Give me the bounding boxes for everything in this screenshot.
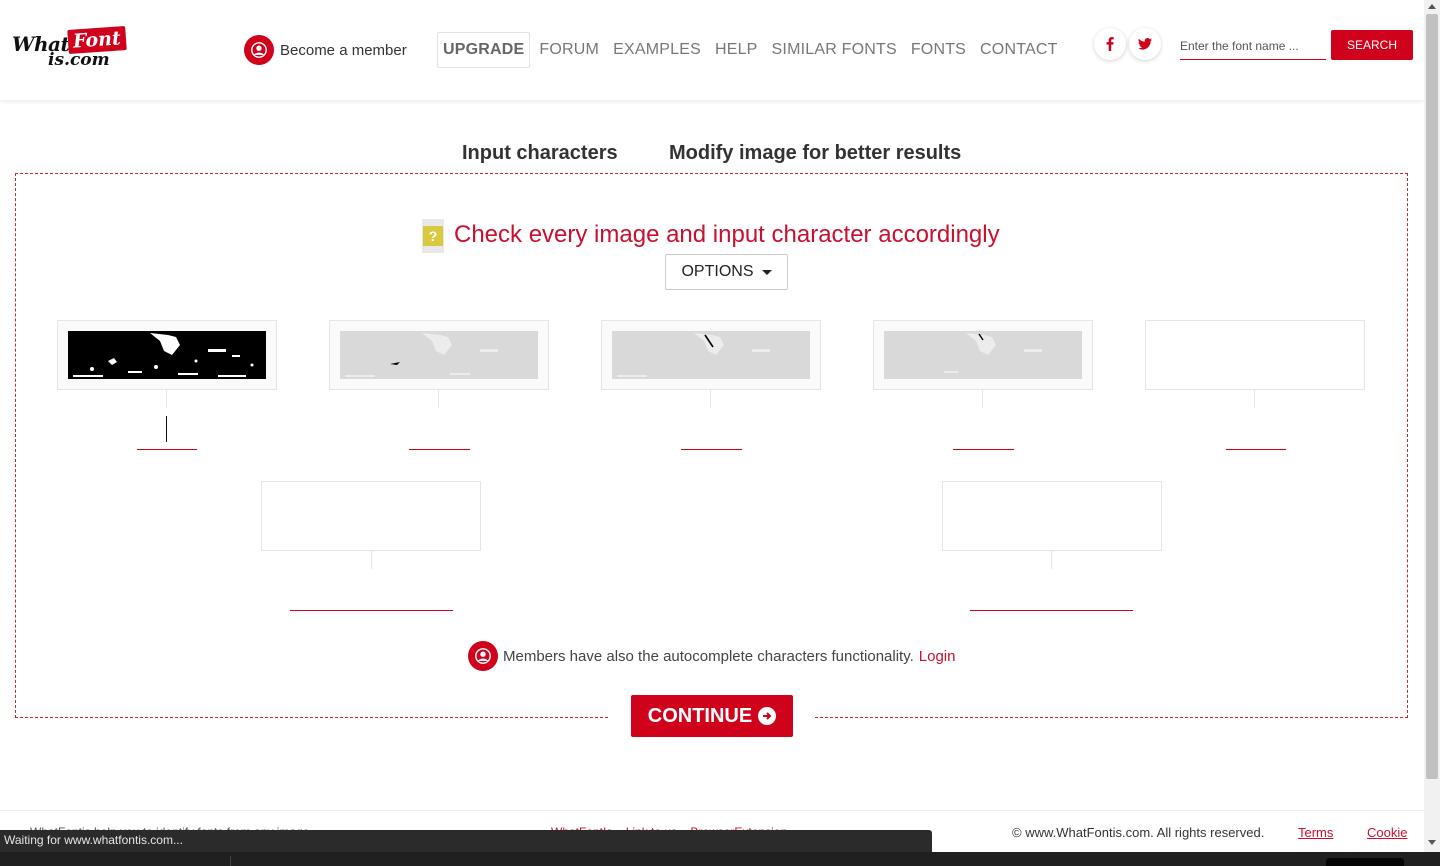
nav-similar-fonts[interactable]: SIMILAR FONTS bbox=[765, 33, 904, 67]
scroll-up-arrow-icon[interactable] bbox=[1428, 4, 1436, 9]
glyph-image-2 bbox=[340, 331, 538, 379]
members-note: Members have also the autocomplete chara… bbox=[468, 641, 955, 671]
nav-forum[interactable]: FORUM bbox=[532, 33, 606, 67]
options-dropdown[interactable]: OPTIONS bbox=[665, 254, 788, 290]
terms-link[interactable]: Terms bbox=[1298, 825, 1333, 840]
text-cursor bbox=[166, 416, 167, 442]
glyph-image-3 bbox=[612, 331, 810, 379]
tab-input-characters[interactable]: Input characters bbox=[462, 142, 618, 165]
taskbar-separator bbox=[230, 856, 231, 866]
browser-status-bar: Waiting for www.whatfontis.com... bbox=[0, 830, 932, 852]
connector-line bbox=[1254, 390, 1255, 408]
question-icon: ? bbox=[423, 226, 443, 246]
page: What Font is.com Become a member UPGRADE… bbox=[0, 0, 1440, 866]
become-member-link[interactable]: Become a member bbox=[244, 35, 407, 65]
scroll-down-arrow-icon[interactable] bbox=[1428, 840, 1436, 845]
instruction-text: Check every image and input character ac… bbox=[454, 221, 1000, 248]
character-image-2[interactable] bbox=[329, 320, 549, 390]
connector-line bbox=[438, 390, 439, 408]
character-input-6[interactable] bbox=[290, 589, 453, 611]
connector-line bbox=[982, 390, 983, 408]
character-input-1[interactable] bbox=[137, 428, 197, 450]
character-image-7[interactable] bbox=[942, 481, 1162, 551]
nav-examples[interactable]: EXAMPLES bbox=[606, 33, 708, 67]
character-input-5[interactable] bbox=[1226, 428, 1286, 450]
become-member-label: Become a member bbox=[280, 41, 407, 59]
site-logo[interactable]: What Font is.com bbox=[12, 26, 130, 72]
nav-help[interactable]: HELP bbox=[708, 33, 765, 67]
user-icon bbox=[468, 641, 498, 671]
nav-fonts[interactable]: FONTS bbox=[904, 33, 973, 67]
continue-button[interactable]: CONTINUE bbox=[631, 695, 793, 737]
character-image-4[interactable] bbox=[873, 320, 1093, 390]
caret-down-icon bbox=[761, 269, 772, 275]
character-image-1[interactable] bbox=[57, 320, 277, 390]
facebook-icon bbox=[1106, 37, 1114, 51]
help-button[interactable]: ? bbox=[422, 219, 444, 253]
continue-label: CONTINUE bbox=[647, 704, 753, 727]
cookie-link[interactable]: Cookie bbox=[1367, 825, 1407, 840]
copyright-text: © www.WhatFontis.com. All rights reserve… bbox=[1012, 825, 1265, 840]
connector-line bbox=[710, 390, 711, 408]
connector-line bbox=[1051, 551, 1052, 569]
connector-line bbox=[166, 390, 167, 408]
user-icon bbox=[244, 35, 274, 65]
character-image-6[interactable] bbox=[261, 481, 481, 551]
facebook-button[interactable] bbox=[1094, 28, 1126, 60]
nav-contact[interactable]: CONTACT bbox=[973, 33, 1065, 67]
main-nav: UPGRADE FORUM EXAMPLES HELP SIMILAR FONT… bbox=[437, 32, 1065, 68]
arrow-right-circle-icon bbox=[758, 707, 777, 725]
os-taskbar bbox=[0, 852, 1440, 866]
character-image-5[interactable] bbox=[1145, 320, 1365, 390]
twitter-button[interactable] bbox=[1129, 28, 1161, 60]
scroll-thumb[interactable] bbox=[1426, 14, 1438, 779]
members-note-text: Members have also the autocomplete chara… bbox=[503, 647, 914, 665]
connector-line bbox=[371, 551, 372, 569]
character-input-3[interactable] bbox=[681, 428, 742, 450]
options-label: OPTIONS bbox=[681, 263, 754, 280]
tab-modify-image[interactable]: Modify image for better results bbox=[669, 142, 961, 165]
character-input-7[interactable] bbox=[970, 589, 1133, 611]
login-link[interactable]: Login bbox=[919, 648, 956, 665]
taskbar-button[interactable] bbox=[1326, 858, 1404, 866]
site-header: What Font is.com Become a member UPGRADE… bbox=[0, 0, 1424, 100]
character-input-4[interactable] bbox=[953, 428, 1014, 450]
glyph-image-1 bbox=[68, 331, 266, 379]
character-input-2[interactable] bbox=[409, 428, 470, 450]
nav-upgrade[interactable]: UPGRADE bbox=[437, 32, 531, 68]
twitter-icon bbox=[1138, 38, 1152, 50]
glyph-image-4 bbox=[884, 331, 1082, 379]
search-button[interactable]: SEARCH bbox=[1331, 30, 1413, 60]
font-search-input[interactable] bbox=[1180, 32, 1326, 60]
character-image-3[interactable] bbox=[601, 320, 821, 390]
page-scrollbar[interactable] bbox=[1424, 0, 1440, 852]
logo-word-domain: is.com bbox=[48, 50, 110, 70]
